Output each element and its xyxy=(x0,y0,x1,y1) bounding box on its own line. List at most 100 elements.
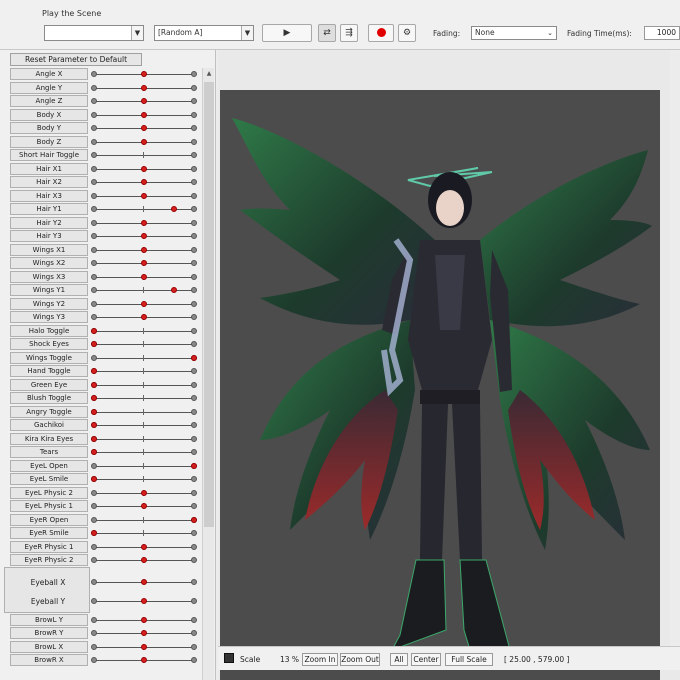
fast-forward-button[interactable]: ⇶ xyxy=(340,24,358,42)
parameter-slider-knob[interactable] xyxy=(141,260,147,266)
parameter-slider-knob[interactable] xyxy=(91,381,97,388)
parameter-slider-track[interactable] xyxy=(94,384,194,386)
parameter-slider-knob[interactable] xyxy=(141,179,147,185)
parameter-slider-track[interactable] xyxy=(94,357,194,359)
record-button[interactable] xyxy=(368,24,394,42)
slider-end-marker xyxy=(191,314,197,320)
parameter-slider-knob[interactable] xyxy=(141,233,147,239)
parameter-slider-knob[interactable] xyxy=(141,246,147,253)
parameter-slider-track[interactable] xyxy=(94,438,194,440)
parameter-slider-knob[interactable] xyxy=(141,138,147,145)
parameter-slider-knob[interactable] xyxy=(91,408,97,415)
fading-time-input[interactable]: 1000 xyxy=(644,26,680,40)
parameter-slider-track[interactable] xyxy=(94,519,194,521)
parameter-slider-track[interactable] xyxy=(94,371,194,372)
parameter-row: EyeR Physic 2 xyxy=(0,553,204,567)
parameter-slider-track[interactable] xyxy=(94,209,194,210)
loop-button[interactable]: ⇄ xyxy=(318,24,336,42)
parameter-slider-track[interactable] xyxy=(94,330,194,332)
eyeball-slider-knob[interactable] xyxy=(141,597,147,604)
parameter-label: EyeR Physic 2 xyxy=(10,554,88,566)
parameter-slider-knob[interactable] xyxy=(141,98,147,104)
parameter-slider-knob[interactable] xyxy=(91,435,97,442)
parameter-slider-knob[interactable] xyxy=(91,327,97,334)
slider-center-tick xyxy=(143,462,144,469)
parameter-slider-knob[interactable] xyxy=(141,125,147,131)
slider-end-marker xyxy=(91,84,97,91)
center-button[interactable]: Center xyxy=(411,653,441,666)
zoom-out-button[interactable]: Zoom Out xyxy=(340,653,380,666)
parameter-slider-knob[interactable] xyxy=(141,300,147,307)
parameter-label: EyeL Physic 1 xyxy=(10,500,88,512)
parameter-slider-track[interactable] xyxy=(94,452,194,453)
parameter-slider-track[interactable] xyxy=(94,155,194,156)
parameter-slider-knob[interactable] xyxy=(141,557,147,563)
parameter-slider-knob[interactable] xyxy=(141,543,147,550)
parameter-slider-track[interactable] xyxy=(94,533,194,534)
character-illustration xyxy=(232,118,652,651)
parameter-slider-knob[interactable] xyxy=(141,71,147,77)
parameter-slider-track[interactable] xyxy=(94,465,194,467)
parameter-label: Hair X3 xyxy=(10,189,88,202)
parameter-slider-knob[interactable] xyxy=(141,643,147,650)
parameter-slider-knob[interactable] xyxy=(91,530,97,536)
scene-select[interactable]: ▼ xyxy=(44,25,144,41)
full-scale-button[interactable]: Full Scale xyxy=(445,653,493,666)
parameter-row: BrowR X xyxy=(0,653,204,667)
slider-end-marker xyxy=(91,125,97,131)
parameter-slider-knob[interactable] xyxy=(141,503,147,509)
parameter-slider-knob[interactable] xyxy=(141,165,147,172)
parameter-label: Angle Y xyxy=(10,81,88,94)
parameter-slider-knob[interactable] xyxy=(171,206,177,212)
chevron-down-icon: ▼ xyxy=(131,26,143,40)
parameter-slider-knob[interactable] xyxy=(191,462,197,469)
slider-end-marker xyxy=(191,179,197,185)
parameter-slider-track[interactable] xyxy=(94,344,194,345)
parameter-slider-knob[interactable] xyxy=(191,516,197,523)
parameter-slider-knob[interactable] xyxy=(91,476,97,482)
parameter-row: EyeR Smile xyxy=(0,526,204,540)
parameter-slider-knob[interactable] xyxy=(141,273,147,280)
parameter-label: Angle X xyxy=(10,68,88,80)
parameter-slider-knob[interactable] xyxy=(141,192,147,199)
parameter-slider-knob[interactable] xyxy=(91,449,97,455)
eyeball-slider-knob[interactable] xyxy=(141,578,147,585)
parameter-slider-knob[interactable] xyxy=(91,341,97,347)
random-select[interactable]: [Random A] ▼ xyxy=(154,25,254,41)
parameter-slider-knob[interactable] xyxy=(141,616,147,623)
parameter-slider-knob[interactable] xyxy=(171,287,177,293)
parameter-slider-knob[interactable] xyxy=(141,657,147,663)
play-button[interactable]: ▶ xyxy=(262,24,312,42)
scrollbar-thumb[interactable] xyxy=(204,82,214,527)
slider-end-marker xyxy=(191,125,197,131)
color-swatch[interactable] xyxy=(224,653,234,663)
parameter-slider-track[interactable] xyxy=(94,398,194,399)
all-button[interactable]: All xyxy=(390,653,408,666)
parameter-slider-knob[interactable] xyxy=(141,314,147,320)
parameter-slider-knob[interactable] xyxy=(91,368,97,374)
parameter-slider-knob[interactable] xyxy=(91,395,97,401)
parameter-slider-knob[interactable] xyxy=(91,422,97,428)
parameter-slider-knob[interactable] xyxy=(191,354,197,361)
slider-end-marker xyxy=(191,503,197,509)
parameter-slider-knob[interactable] xyxy=(141,84,147,91)
parameter-slider-track[interactable] xyxy=(94,425,194,426)
parameter-slider-track[interactable] xyxy=(94,290,194,291)
parameter-slider-knob[interactable] xyxy=(141,219,147,226)
viewport-scrollbar[interactable] xyxy=(670,50,680,650)
parameter-slider-knob[interactable] xyxy=(141,489,147,496)
scroll-up-icon[interactable]: ▲ xyxy=(203,68,215,80)
fading-select[interactable]: None ⌄ xyxy=(471,26,557,40)
parameter-slider-knob[interactable] xyxy=(141,111,147,118)
zoom-in-button[interactable]: Zoom In xyxy=(302,653,338,666)
parameter-slider-track[interactable] xyxy=(94,479,194,480)
parameter-slider-track[interactable] xyxy=(94,411,194,413)
slider-end-marker xyxy=(91,354,97,361)
settings-button[interactable]: ⚙ xyxy=(398,24,416,42)
reset-parameters-button[interactable]: Reset Parameter to Default xyxy=(10,53,142,66)
parameter-slider-knob[interactable] xyxy=(141,630,147,636)
slider-center-tick xyxy=(143,530,144,536)
parameter-scrollbar[interactable]: ▲ xyxy=(202,68,214,680)
model-canvas[interactable] xyxy=(220,90,660,680)
slider-end-marker xyxy=(91,192,97,199)
